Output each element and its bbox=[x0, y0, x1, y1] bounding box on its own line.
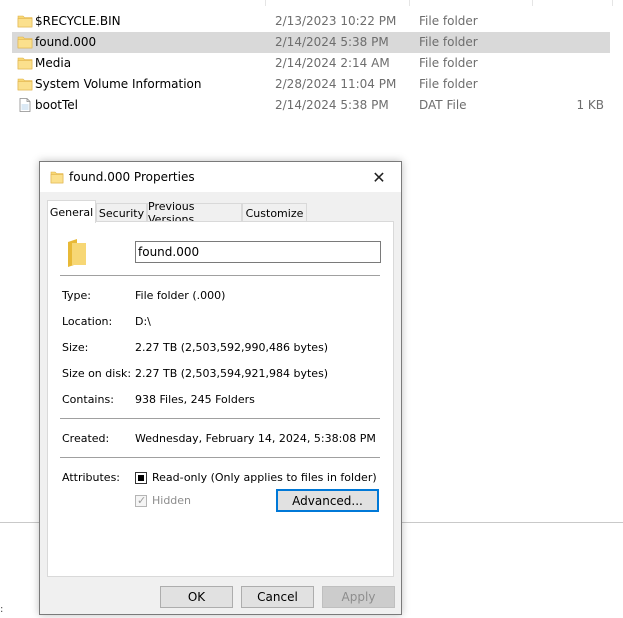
file-name: $RECYCLE.BIN bbox=[35, 14, 121, 28]
advanced-button[interactable]: Advanced... bbox=[276, 489, 379, 512]
size-value: 2.27 TB (2,503,592,990,486 bytes) bbox=[135, 341, 329, 354]
file-type: File folder bbox=[419, 35, 478, 49]
contains-label: Contains: bbox=[62, 393, 114, 406]
file-date: 2/13/2023 10:22 PM bbox=[275, 14, 397, 28]
folder-icon bbox=[17, 36, 33, 49]
hidden-label: Hidden bbox=[152, 494, 192, 507]
divider bbox=[60, 418, 380, 419]
tab-security[interactable]: Security bbox=[96, 203, 147, 222]
file-row-recycle-bin[interactable]: $RECYCLE.BIN 2/13/2023 10:22 PM File fol… bbox=[12, 11, 610, 32]
file-date: 2/28/2024 11:04 PM bbox=[275, 77, 397, 91]
ok-button[interactable]: OK bbox=[160, 586, 233, 608]
tab-general[interactable]: General bbox=[47, 200, 96, 223]
file-size: 1 KB bbox=[576, 98, 604, 112]
location-value: D:\ bbox=[135, 315, 151, 328]
attributes-label: Attributes: bbox=[62, 471, 121, 484]
close-button[interactable]: ✕ bbox=[357, 162, 401, 192]
general-tab-panel: Type: File folder (.000) Location: D:\ S… bbox=[47, 221, 394, 577]
dialog-titlebar[interactable]: found.000 Properties ✕ bbox=[40, 162, 401, 192]
folder-icon bbox=[17, 78, 33, 91]
file-type: DAT File bbox=[419, 98, 467, 112]
location-label: Location: bbox=[62, 315, 113, 328]
read-only-label: Read-only (Only applies to files in fold… bbox=[152, 471, 377, 484]
file-type: File folder bbox=[419, 14, 478, 28]
tab-customize[interactable]: Customize bbox=[242, 203, 307, 222]
hidden-checkbox[interactable]: ✓ bbox=[135, 494, 147, 507]
screen: $RECYCLE.BIN 2/13/2023 10:22 PM File fol… bbox=[0, 0, 623, 618]
file-date: 2/14/2024 5:38 PM bbox=[275, 35, 389, 49]
column-header-edge bbox=[0, 0, 623, 8]
size-label: Size: bbox=[62, 341, 89, 354]
divider bbox=[60, 275, 380, 276]
created-label: Created: bbox=[62, 432, 110, 445]
file-date: 2/14/2024 5:38 PM bbox=[275, 98, 389, 112]
file-name: System Volume Information bbox=[35, 77, 202, 91]
tab-previous-versions[interactable]: Previous Versions bbox=[147, 200, 242, 226]
file-name: Media bbox=[35, 56, 72, 70]
created-value: Wednesday, February 14, 2024, 5:38:08 PM bbox=[135, 432, 376, 445]
type-label: Type: bbox=[62, 289, 91, 302]
divider bbox=[60, 457, 380, 458]
folder-icon bbox=[68, 239, 86, 267]
contains-value: 938 Files, 245 Folders bbox=[135, 393, 255, 406]
file-row-found-000[interactable]: found.000 2/14/2024 5:38 PM File folder bbox=[12, 32, 610, 53]
file-list: $RECYCLE.BIN 2/13/2023 10:22 PM File fol… bbox=[12, 11, 610, 116]
folder-name-input[interactable] bbox=[135, 241, 381, 263]
read-only-checkbox[interactable] bbox=[135, 472, 147, 484]
folder-icon bbox=[17, 15, 33, 28]
file-type: File folder bbox=[419, 56, 478, 70]
size-on-disk-label: Size on disk: bbox=[62, 367, 132, 380]
file-date: 2/14/2024 2:14 AM bbox=[275, 56, 390, 70]
file-name: found.000 bbox=[35, 35, 97, 49]
cancel-button[interactable]: Cancel bbox=[241, 586, 314, 608]
folder-icon bbox=[50, 171, 64, 184]
stray-text: : bbox=[0, 604, 4, 615]
apply-button[interactable]: Apply bbox=[322, 586, 395, 608]
folder-icon bbox=[17, 57, 33, 70]
dialog-title: found.000 Properties bbox=[69, 170, 195, 184]
file-type: File folder bbox=[419, 77, 478, 91]
file-icon bbox=[19, 98, 31, 112]
type-value: File folder (.000) bbox=[135, 289, 226, 302]
size-on-disk-value: 2.27 TB (2,503,594,921,984 bytes) bbox=[135, 367, 329, 380]
check-icon: ✓ bbox=[137, 494, 147, 507]
file-row-media[interactable]: Media 2/14/2024 2:14 AM File folder bbox=[12, 53, 610, 74]
file-row-system-volume-information[interactable]: System Volume Information 2/28/2024 11:0… bbox=[12, 74, 610, 95]
file-row-boottel[interactable]: bootTel 2/14/2024 5:38 PM DAT File 1 KB bbox=[12, 95, 610, 116]
close-icon: ✕ bbox=[372, 167, 386, 187]
properties-dialog: found.000 Properties ✕ General Security … bbox=[39, 161, 402, 615]
file-name: bootTel bbox=[35, 98, 79, 112]
